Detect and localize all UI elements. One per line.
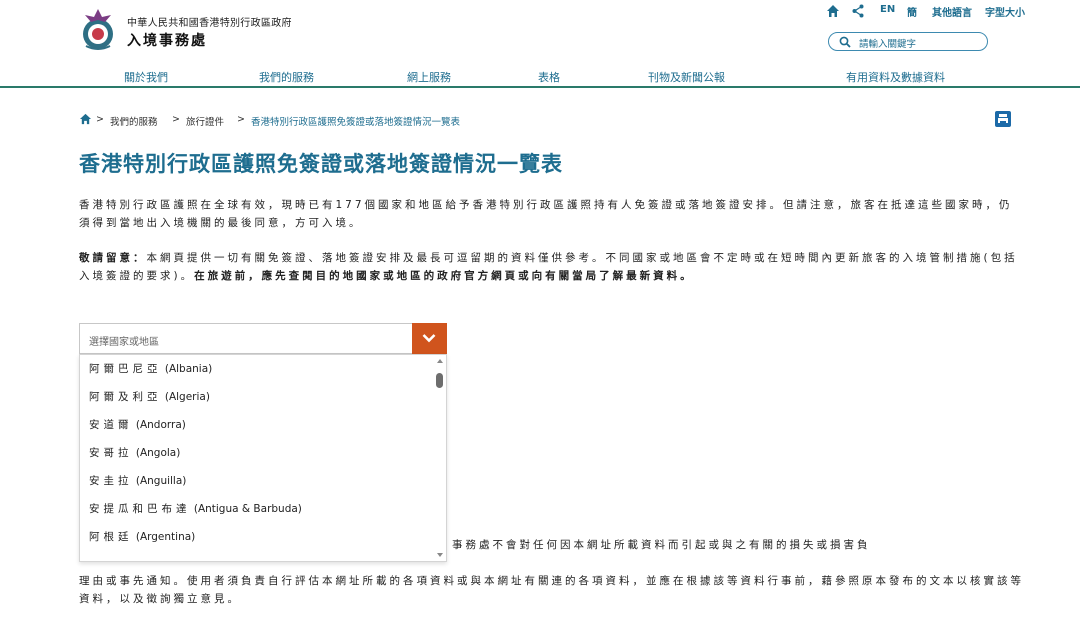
country-option[interactable]: 安圭拉 (Anguilla): [89, 473, 186, 493]
option-zh: 安道爾: [89, 419, 133, 431]
country-select[interactable]: 選擇國家或地區: [79, 323, 447, 354]
option-en: (Antigua & Barbuda): [193, 503, 302, 515]
notice-lead: 敬請留意：: [79, 252, 147, 264]
lang-en-link[interactable]: EN: [880, 4, 895, 15]
home-icon[interactable]: [826, 4, 840, 18]
breadcrumb-travel-documents[interactable]: 旅行證件: [186, 114, 224, 128]
option-zh: 安提瓜和巴布達: [89, 503, 191, 515]
option-en: (Angola): [135, 447, 181, 459]
country-option[interactable]: 阿爾及利亞 (Algeria): [89, 389, 210, 409]
option-en: (Andorra): [135, 419, 186, 431]
search-input[interactable]: 請輸入關鍵字: [859, 36, 916, 50]
option-zh: 阿根廷: [89, 531, 133, 543]
country-option[interactable]: 安哥拉 (Angola): [89, 445, 180, 465]
font-size-link[interactable]: 字型大小: [985, 4, 1025, 19]
hksar-emblem-logo[interactable]: [78, 6, 118, 52]
option-zh: 阿爾及利亞: [89, 391, 162, 403]
option-en: (Algeria): [164, 391, 210, 403]
country-option[interactable]: 阿爾巴尼亞 (Albania): [89, 361, 212, 381]
share-icon[interactable]: [852, 4, 864, 18]
disclaimer-line: 事務處不會對任何因本網址所載資料而引起或與之有關的損失或損害負: [452, 539, 871, 551]
option-zh: 安圭拉: [89, 475, 133, 487]
intro-paragraph: 香港特別行政區護照在全球有效，現時已有177個國家和地區給予香港特別行政區護照持…: [79, 199, 1013, 229]
breadcrumb-separator: >: [96, 114, 104, 125]
breadcrumb-home-icon[interactable]: [79, 113, 92, 125]
print-icon: [998, 114, 1008, 124]
notice-bold-text: 在旅遊前，應先查閱目的地國家或地區的政府官方網頁或向有關當局了解最新資料。: [194, 270, 694, 282]
country-select-placeholder[interactable]: 選擇國家或地區: [89, 333, 159, 348]
country-option[interactable]: 安道爾 (Andorra): [89, 417, 186, 437]
government-name: 中華人民共和國香港特別行政區政府: [127, 18, 292, 29]
scrollbar-thumb[interactable]: [436, 373, 443, 388]
country-dropdown-list[interactable]: 阿爾巴尼亞 (Albania) 阿爾及利亞 (Algeria) 安道爾 (And…: [79, 354, 447, 562]
search-box[interactable]: 請輸入關鍵字: [828, 32, 988, 51]
chevron-down-icon: [422, 334, 436, 343]
dropdown-scrollbar[interactable]: [436, 357, 444, 559]
breadcrumb-separator: >: [237, 114, 245, 125]
nav-online-services[interactable]: 網上服務: [407, 69, 451, 85]
country-option[interactable]: 安提瓜和巴布達 (Antigua & Barbuda): [89, 501, 302, 521]
scroll-down-arrow-icon[interactable]: [437, 553, 443, 557]
search-icon[interactable]: [839, 36, 851, 48]
country-option[interactable]: 阿根廷 (Argentina): [89, 529, 195, 549]
option-en: (Anguilla): [135, 475, 187, 487]
site-header: 中華人民共和國香港特別行政區政府 入境事務處 EN 簡 其他語言 字型大小 請輸…: [0, 0, 1080, 88]
print-button[interactable]: [995, 111, 1011, 127]
breadcrumb-our-services[interactable]: 我們的服務: [110, 114, 158, 128]
other-languages-link[interactable]: 其他語言: [932, 4, 972, 19]
option-en: (Albania): [164, 363, 213, 375]
breadcrumb-current: 香港特別行政區護照免簽證或落地簽證情況一覽表: [251, 117, 461, 128]
page-title: 香港特別行政區護照免簽證或落地簽證情況一覽表: [79, 152, 563, 176]
nav-useful-info-stats[interactable]: 有用資料及數據資料: [846, 69, 945, 85]
option-zh: 安哥拉: [89, 447, 133, 459]
nav-about-us[interactable]: 關於我們: [124, 69, 168, 85]
lang-sc-link[interactable]: 簡: [907, 4, 917, 19]
nav-publications-press[interactable]: 刊物及新聞公報: [648, 69, 725, 85]
option-zh: 阿爾巴尼亞: [89, 363, 162, 375]
disclaimer-paragraph: 理由或事先通知。使用者須負責自行評估本網址所載的各項資料或與本網址有關連的各項資…: [79, 575, 1024, 605]
scroll-up-arrow-icon[interactable]: [437, 359, 443, 363]
breadcrumb-separator: >: [172, 114, 180, 125]
department-name[interactable]: 入境事務處: [127, 30, 207, 50]
country-select-toggle-button[interactable]: [412, 323, 447, 354]
notice-paragraph: 敬請留意：本網頁提供一切有關免簽證、落地簽證安排及最長可逗留期的資料僅供參考。不…: [79, 249, 1019, 285]
nav-our-services[interactable]: 我們的服務: [259, 69, 314, 85]
nav-forms[interactable]: 表格: [538, 69, 560, 85]
option-en: (Argentina): [135, 531, 196, 543]
